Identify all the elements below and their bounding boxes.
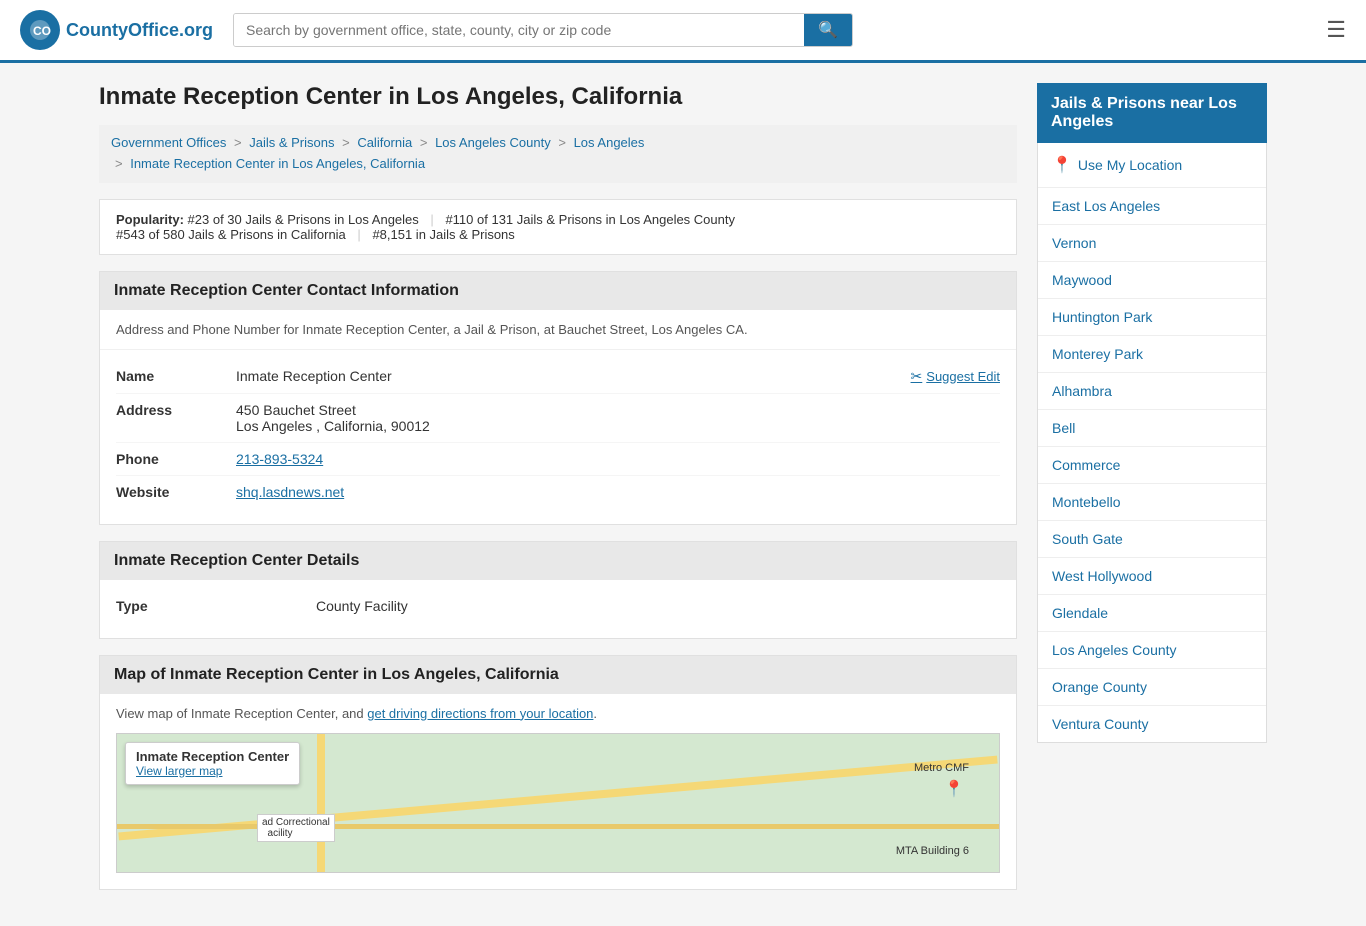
sidebar-link-maywood[interactable]: Maywood <box>1038 262 1266 299</box>
popularity-label: Popularity: <box>116 212 184 227</box>
contact-section: Inmate Reception Center Contact Informat… <box>99 271 1017 525</box>
sidebar-link-vernon[interactable]: Vernon <box>1038 225 1266 262</box>
breadcrumb-item-california[interactable]: California <box>357 135 412 150</box>
sidebar-link-south-gate[interactable]: South Gate <box>1038 521 1266 558</box>
sidebar-header: Jails & Prisons near Los Angeles <box>1037 83 1267 143</box>
search-input[interactable] <box>234 14 804 46</box>
address-label: Address <box>116 402 236 418</box>
page-title: Inmate Reception Center in Los Angeles, … <box>99 83 1017 111</box>
contact-table: Name Inmate Reception Center ✂ Suggest E… <box>100 350 1016 524</box>
name-value-cell: Inmate Reception Center ✂ Suggest Edit <box>236 368 1000 385</box>
map-description: View map of Inmate Reception Center, and… <box>100 694 1016 733</box>
website-link[interactable]: shq.lasdnews.net <box>236 484 344 500</box>
sidebar-link-la-county[interactable]: Los Angeles County <box>1038 632 1266 669</box>
name-row: Name Inmate Reception Center ✂ Suggest E… <box>116 360 1000 394</box>
map-pin-blue: 📍 <box>944 779 964 799</box>
main-container: Inmate Reception Center in Los Angeles, … <box>83 63 1283 926</box>
type-label: Type <box>116 598 316 614</box>
pop-item-4: #8,151 in Jails & Prisons <box>372 227 514 242</box>
location-pin-icon: 📍 <box>1052 155 1072 175</box>
breadcrumb-item-current[interactable]: Inmate Reception Center in Los Angeles, … <box>130 156 425 171</box>
sidebar: Jails & Prisons near Los Angeles 📍 Use M… <box>1037 83 1267 906</box>
address-row: Address 450 Bauchet Street Los Angeles ,… <box>116 394 1000 443</box>
map-popup-title: Inmate Reception Center <box>136 749 289 764</box>
logo-text: CountyOffice.org <box>66 20 213 41</box>
contact-section-header: Inmate Reception Center Contact Informat… <box>100 272 1016 310</box>
directions-link[interactable]: get driving directions from your locatio… <box>367 706 593 721</box>
use-location-link[interactable]: 📍 Use My Location <box>1038 143 1266 188</box>
sidebar-link-east-la[interactable]: East Los Angeles <box>1038 188 1266 225</box>
map-popup-link: View larger map <box>136 764 289 778</box>
breadcrumb: Government Offices > Jails & Prisons > C… <box>99 125 1017 183</box>
pop-item-2: #110 of 131 Jails & Prisons in Los Angel… <box>445 212 735 227</box>
map-label-mta: MTA Building 6 <box>896 845 969 857</box>
logo-link[interactable]: CO CountyOffice.org <box>20 10 213 50</box>
sidebar-link-glendale[interactable]: Glendale <box>1038 595 1266 632</box>
search-bar: 🔍 <box>233 13 853 47</box>
sidebar-link-orange-county[interactable]: Orange County <box>1038 669 1266 706</box>
breadcrumb-item-la[interactable]: Los Angeles <box>574 135 645 150</box>
suggest-edit-link[interactable]: ✂ Suggest Edit <box>911 368 1000 385</box>
map-popup: Inmate Reception Center View larger map <box>125 742 300 785</box>
content-area: Inmate Reception Center in Los Angeles, … <box>99 83 1017 906</box>
map-section: Map of Inmate Reception Center in Los An… <box>99 655 1017 890</box>
contact-description: Address and Phone Number for Inmate Rece… <box>100 310 1016 350</box>
breadcrumb-item-jails[interactable]: Jails & Prisons <box>249 135 334 150</box>
map-section-header: Map of Inmate Reception Center in Los An… <box>100 656 1016 694</box>
search-button[interactable]: 🔍 <box>804 14 852 46</box>
use-location-label: Use My Location <box>1078 157 1182 173</box>
type-value: County Facility <box>316 598 1000 614</box>
name-value: Inmate Reception Center <box>236 368 392 384</box>
map-road-secondary <box>117 824 999 829</box>
website-label: Website <box>116 484 236 500</box>
details-table: Type County Facility <box>100 580 1016 638</box>
address-line2: Los Angeles , California, 90012 <box>236 418 1000 434</box>
phone-value: 213-893-5324 <box>236 451 1000 467</box>
sidebar-body: 📍 Use My Location East Los Angeles Verno… <box>1037 143 1267 743</box>
details-section: Inmate Reception Center Details Type Cou… <box>99 541 1017 639</box>
sidebar-link-commerce[interactable]: Commerce <box>1038 447 1266 484</box>
address-value: 450 Bauchet Street Los Angeles , Califor… <box>236 402 1000 434</box>
sidebar-link-huntington[interactable]: Huntington Park <box>1038 299 1266 336</box>
view-larger-map-link[interactable]: View larger map <box>136 764 222 778</box>
pop-item-1: #23 of 30 Jails & Prisons in Los Angeles <box>188 212 419 227</box>
sidebar-link-montebello[interactable]: Montebello <box>1038 484 1266 521</box>
logo-icon: CO <box>20 10 60 50</box>
svg-text:CO: CO <box>33 24 51 38</box>
type-row: Type County Facility <box>116 590 1000 622</box>
sidebar-link-ventura-county[interactable]: Ventura County <box>1038 706 1266 742</box>
menu-button[interactable]: ☰ <box>1326 17 1346 43</box>
address-line1: 450 Bauchet Street <box>236 402 1000 418</box>
map-placeholder: Inmate Reception Center View larger map … <box>116 733 1000 873</box>
breadcrumb-item-la-county[interactable]: Los Angeles County <box>435 135 551 150</box>
sidebar-link-alhambra[interactable]: Alhambra <box>1038 373 1266 410</box>
website-row: Website shq.lasdnews.net <box>116 476 1000 508</box>
details-section-header: Inmate Reception Center Details <box>100 542 1016 580</box>
name-label: Name <box>116 368 236 384</box>
sidebar-link-bell[interactable]: Bell <box>1038 410 1266 447</box>
website-value: shq.lasdnews.net <box>236 484 1000 500</box>
site-header: CO CountyOffice.org 🔍 ☰ <box>0 0 1366 63</box>
edit-icon: ✂ <box>911 368 923 385</box>
phone-row: Phone 213-893-5324 <box>116 443 1000 476</box>
phone-link[interactable]: 213-893-5324 <box>236 451 323 467</box>
map-road-vertical <box>317 734 325 872</box>
popularity-section: Popularity: #23 of 30 Jails & Prisons in… <box>99 199 1017 255</box>
pop-item-3: #543 of 580 Jails & Prisons in Californi… <box>116 227 346 242</box>
breadcrumb-item-gov[interactable]: Government Offices <box>111 135 226 150</box>
suggest-edit-label: Suggest Edit <box>926 369 1000 384</box>
sidebar-link-monterey[interactable]: Monterey Park <box>1038 336 1266 373</box>
sidebar-link-west-hollywood[interactable]: West Hollywood <box>1038 558 1266 595</box>
map-label-correctional: ad Correctional acility <box>257 814 335 842</box>
phone-label: Phone <box>116 451 236 467</box>
